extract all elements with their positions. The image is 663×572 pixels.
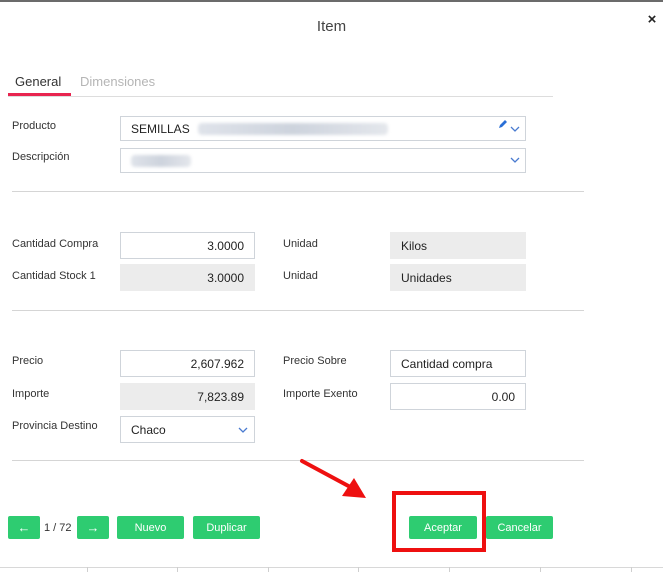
unidad-stock-value: Unidades [390,264,526,291]
cantidad-stock-label: Cantidad Stock 1 [12,270,96,282]
unidad-stock-label: Unidad [283,270,318,282]
producto-label: Producto [12,120,57,132]
unidad-compra-value: Kilos [390,232,526,259]
next-record-button[interactable]: → [77,516,109,539]
window-top-border [0,0,663,2]
grid-tick [268,567,269,572]
unidad-compra-label: Unidad [283,238,318,250]
grid-tick [449,567,450,572]
tabs-divider [8,96,553,97]
chevron-down-icon[interactable] [238,427,248,433]
duplicar-button[interactable]: Duplicar [193,516,260,539]
grid-tick [631,567,632,572]
producto-field[interactable]: SEMILLAS [120,116,526,141]
precio-sobre-label: Precio Sobre [283,355,347,367]
producto-value: SEMILLAS [131,121,190,136]
importe-exento-input[interactable]: 0.00 [390,383,526,410]
provincia-destino-label: Provincia Destino [12,420,98,432]
descripcion-redacted-text [131,154,191,167]
precio-label: Precio [12,355,44,367]
nuevo-button[interactable]: Nuevo [117,516,184,539]
grid-tick [540,567,541,572]
descripcion-field[interactable] [120,148,526,173]
descripcion-label: Descripción [12,151,70,163]
grid-tick [87,567,88,572]
grid-edge [0,567,663,568]
section-divider [12,310,584,311]
close-icon[interactable]: × [645,11,659,29]
precio-sobre-field[interactable]: Cantidad compra [390,350,526,377]
provincia-destino-value: Chaco [131,422,166,437]
arrow-left-icon: ← [17,520,31,535]
annotation-arrow [300,459,366,498]
prev-record-button[interactable]: ← [8,516,40,539]
chevron-down-icon[interactable] [510,157,520,163]
precio-input[interactable]: 2,607.962 [120,350,255,377]
importe-label: Importe [12,388,50,400]
cantidad-compra-label: Cantidad Compra [12,238,99,250]
section-divider [12,191,584,192]
annotation-highlight-box [392,491,486,552]
pencil-icon[interactable] [497,118,509,130]
producto-redacted-text [197,122,388,135]
grid-tick [358,567,359,572]
dialog-title: Item [316,18,347,35]
tab-general[interactable]: General [15,74,61,89]
chevron-down-icon[interactable] [510,126,520,132]
cancelar-button[interactable]: Cancelar [486,516,553,539]
arrow-right-icon: → [86,520,100,535]
importe-exento-label: Importe Exento [283,388,358,400]
grid-tick [177,567,178,572]
provincia-destino-select[interactable]: Chaco [120,416,255,443]
importe-value: 7,823.89 [120,383,255,410]
tab-dimensiones[interactable]: Dimensiones [80,74,155,89]
cantidad-compra-input[interactable]: 3.0000 [120,232,255,259]
cantidad-stock-value: 3.0000 [120,264,255,291]
record-pager: 1 / 72 [44,522,72,534]
